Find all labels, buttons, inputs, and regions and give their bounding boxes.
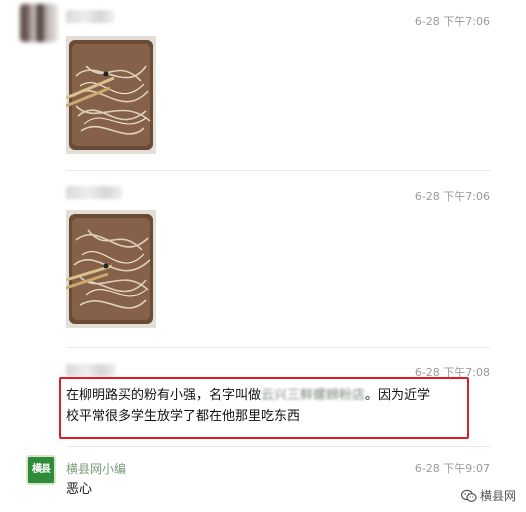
message-divider [66, 446, 490, 447]
sender-name-blurred [66, 10, 114, 23]
noodle-soup-image [66, 36, 156, 154]
food-photo[interactable] [66, 210, 156, 328]
food-photo[interactable] [66, 36, 156, 154]
message-timestamp: 6-28 下午7:06 [414, 190, 490, 203]
highlight-box [59, 377, 469, 439]
sender-name[interactable]: 横县网小编 [66, 460, 126, 477]
avatar-logo-text: 横县网 [32, 464, 51, 501]
avatar[interactable] [20, 4, 58, 42]
message-timestamp: 6-28 下午9:07 [414, 462, 490, 475]
noodle-soup-image [66, 210, 156, 328]
wechat-official-account-icon [460, 489, 477, 502]
sender-name-blurred [66, 364, 116, 377]
message-text: 恶心 [66, 482, 93, 497]
sender-name-blurred [66, 186, 122, 199]
message-timestamp: 6-28 下午7:06 [414, 15, 490, 28]
message-divider [66, 347, 490, 348]
avatar[interactable]: 横县网 [26, 455, 56, 501]
message-divider [66, 170, 490, 171]
watermark-text: 横县网 [479, 489, 516, 503]
watermark: 横县网 [460, 487, 516, 504]
